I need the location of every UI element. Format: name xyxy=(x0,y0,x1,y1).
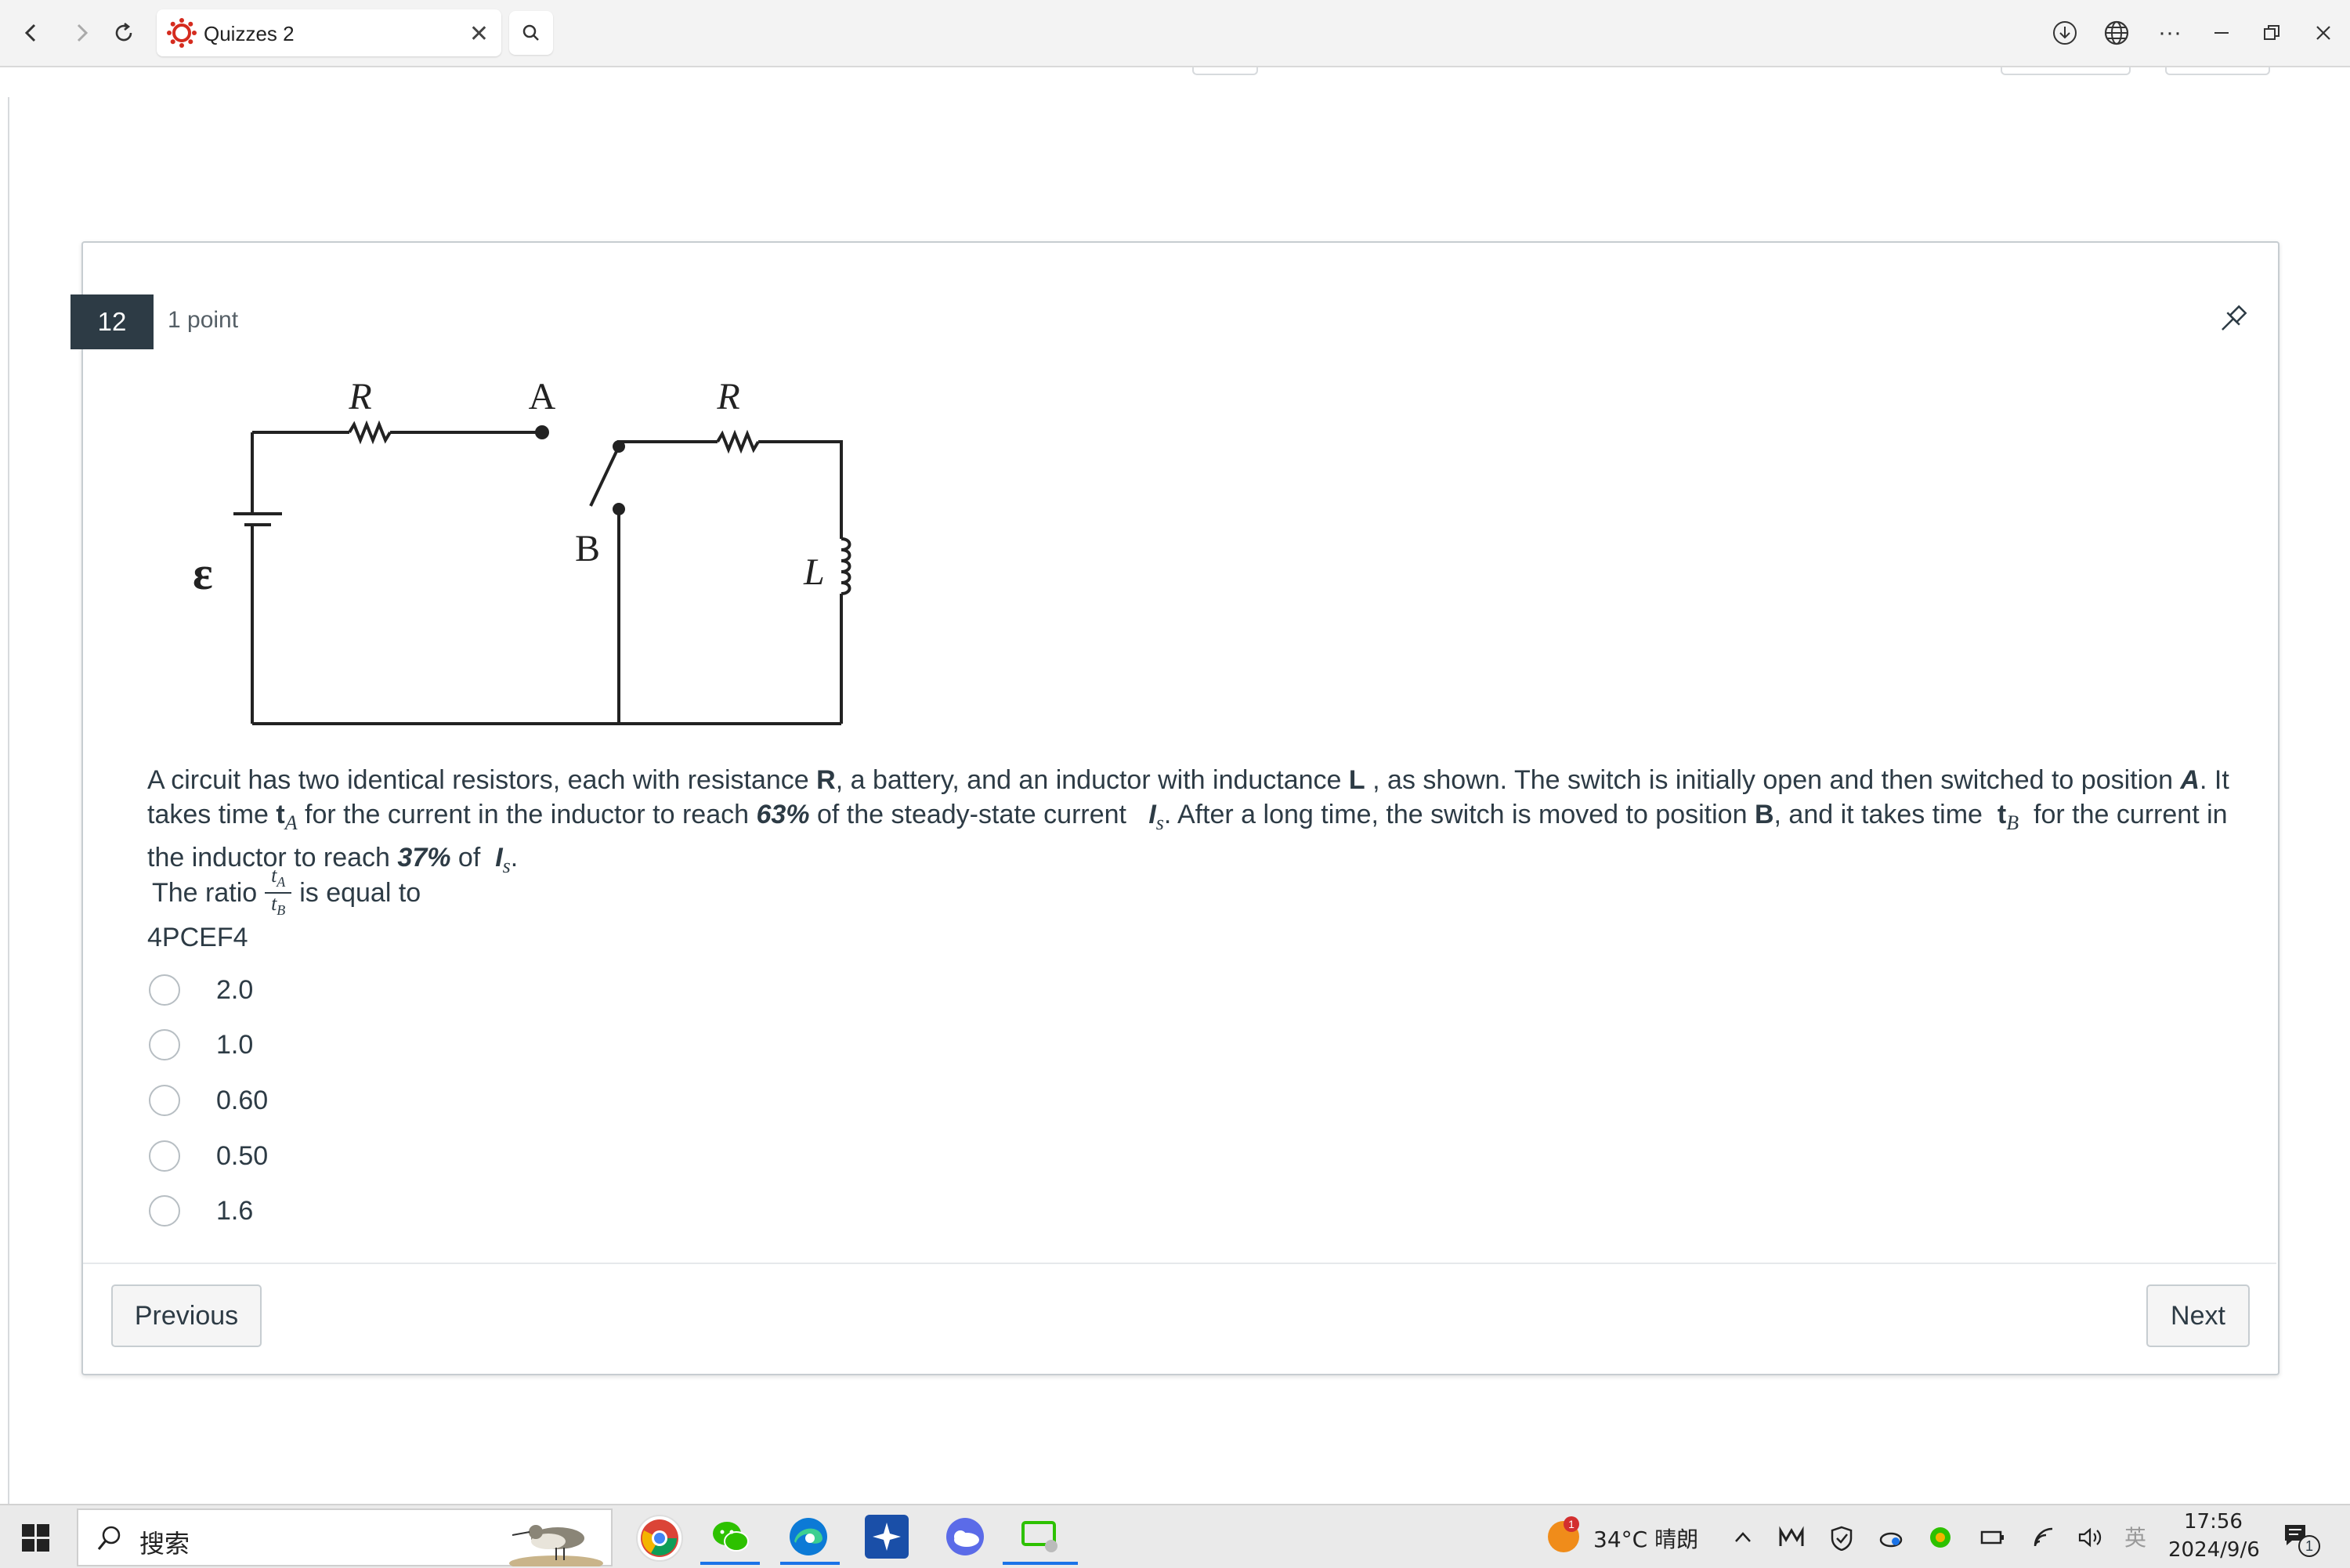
chevron-up-icon[interactable] xyxy=(1731,1526,1755,1555)
terminal-b xyxy=(613,503,625,515)
canvas-logo-icon xyxy=(166,17,197,52)
answer-radio[interactable] xyxy=(149,1085,180,1116)
browser-toolbar: Quizzes 2 ✕ ··· xyxy=(0,0,2350,67)
circuit-diagram: R A R B ε L xyxy=(193,376,851,725)
taskbar-search-box[interactable]: 搜索 xyxy=(77,1508,613,1566)
label-r2: R xyxy=(716,376,739,417)
resistor-1 xyxy=(348,420,392,445)
left-panel-edge xyxy=(0,97,9,1504)
taskbar: 搜索 1 34°C 晴朗 英 17:56 2024/9/6 1 xyxy=(0,1504,2350,1568)
header-fragment xyxy=(2165,67,2270,75)
answer-label: 0.60 xyxy=(216,1085,269,1115)
flag-question-pin-icon[interactable] xyxy=(2212,301,2251,340)
header-fragment xyxy=(1192,67,1258,75)
answer-label: 1.0 xyxy=(216,1029,254,1060)
wire-right-top xyxy=(758,440,843,539)
forward-icon[interactable] xyxy=(63,14,100,52)
clock-time[interactable]: 17:56 xyxy=(2184,1510,2243,1534)
tab-title: Quizzes 2 xyxy=(204,22,295,45)
ime-indicator[interactable]: 英 xyxy=(2124,1521,2146,1552)
edge-app-icon[interactable] xyxy=(786,1515,830,1559)
label-l: L xyxy=(803,551,825,593)
notification-count-badge: 1 xyxy=(2298,1535,2320,1557)
label-r1: R xyxy=(348,376,371,417)
answer-radio[interactable] xyxy=(149,1140,180,1172)
weather-alert-badge: 1 xyxy=(1564,1516,1579,1532)
shield-icon[interactable] xyxy=(1830,1526,1853,1556)
search-icon xyxy=(522,24,539,41)
header-fragment xyxy=(2001,67,2131,75)
download-icon[interactable] xyxy=(2046,14,2084,52)
answer-option[interactable]: 0.60 xyxy=(149,1077,619,1124)
taskbar-search-label: 搜索 xyxy=(139,1529,190,1559)
screen-active-indicator xyxy=(1003,1562,1078,1565)
shortcut-app-icon[interactable] xyxy=(865,1515,909,1559)
label-b: B xyxy=(575,528,600,569)
back-icon[interactable] xyxy=(13,14,50,52)
question-number-badge: 12 xyxy=(70,294,154,349)
answer-option[interactable]: 1.0 xyxy=(149,1021,619,1068)
inductor xyxy=(841,537,851,595)
wechat-app-icon[interactable] xyxy=(708,1515,752,1559)
ratio-line: The ratio tA tB is equal to xyxy=(152,864,421,919)
windows-start-icon[interactable] xyxy=(22,1524,50,1552)
ratio-prefix: The ratio xyxy=(152,877,258,908)
app-green-icon[interactable] xyxy=(1929,1526,1952,1555)
resistor-2 xyxy=(716,429,760,454)
label-emf: ε xyxy=(193,547,213,599)
minimize-icon[interactable] xyxy=(2203,14,2240,52)
answer-label: 2.0 xyxy=(216,974,254,1005)
weather-text[interactable]: 34°C 晴朗 xyxy=(1593,1523,1698,1554)
bird-illustration-icon xyxy=(509,1525,603,1566)
answer-option[interactable]: 1.6 xyxy=(149,1187,619,1234)
question-text: A circuit has two identical resistors, e… xyxy=(147,765,2229,877)
previous-button[interactable]: Previous xyxy=(111,1284,262,1347)
answer-radio[interactable] xyxy=(149,1029,180,1060)
wifi-icon[interactable] xyxy=(2032,1526,2057,1555)
terminal-a xyxy=(535,425,549,439)
question-points: 1 point xyxy=(168,307,239,333)
label-a: A xyxy=(529,376,556,417)
ratio-fraction: tA tB xyxy=(265,864,292,919)
ratio-numerator: tA xyxy=(271,864,286,891)
ratio-suffix: is equal to xyxy=(299,877,421,908)
answer-label: 0.50 xyxy=(216,1140,269,1171)
refresh-icon[interactable] xyxy=(105,14,143,52)
edge-active-indicator xyxy=(780,1562,840,1565)
switch-blade xyxy=(589,446,620,507)
question-code: 4PCEF4 xyxy=(147,923,248,952)
search-icon xyxy=(97,1526,121,1550)
restore-icon[interactable] xyxy=(2253,14,2290,52)
next-button[interactable]: Next xyxy=(2146,1284,2250,1347)
close-window-icon[interactable] xyxy=(2305,14,2342,52)
browser-tab[interactable]: Quizzes 2 ✕ xyxy=(157,9,501,56)
weather-app-icon[interactable] xyxy=(943,1515,987,1559)
globe-icon[interactable] xyxy=(2098,14,2135,52)
card-divider xyxy=(83,1263,2276,1264)
answer-label: 1.6 xyxy=(216,1195,254,1226)
ratio-denominator: tB xyxy=(271,892,286,919)
answer-option[interactable]: 2.0 xyxy=(149,966,619,1013)
battery-icon[interactable] xyxy=(1980,1526,2005,1555)
answer-option[interactable]: 0.50 xyxy=(149,1133,619,1180)
chrome-app-icon[interactable] xyxy=(636,1515,683,1562)
answer-radio[interactable] xyxy=(149,1195,180,1227)
volume-icon[interactable] xyxy=(2077,1526,2106,1555)
tab-search-button[interactable] xyxy=(509,11,553,55)
app-m-icon[interactable] xyxy=(1778,1526,1805,1555)
tab-close-icon[interactable]: ✕ xyxy=(469,20,489,48)
switch-pivot xyxy=(613,440,625,453)
cloud-sync-icon[interactable] xyxy=(1878,1526,1904,1555)
screen-app-icon[interactable] xyxy=(1018,1515,1062,1559)
wechat-active-indicator xyxy=(700,1562,760,1565)
more-icon[interactable]: ··· xyxy=(2151,14,2189,52)
answer-radio[interactable] xyxy=(149,974,180,1006)
clock-date[interactable]: 2024/9/6 xyxy=(2168,1538,2260,1562)
wire-switch-top xyxy=(617,440,718,446)
